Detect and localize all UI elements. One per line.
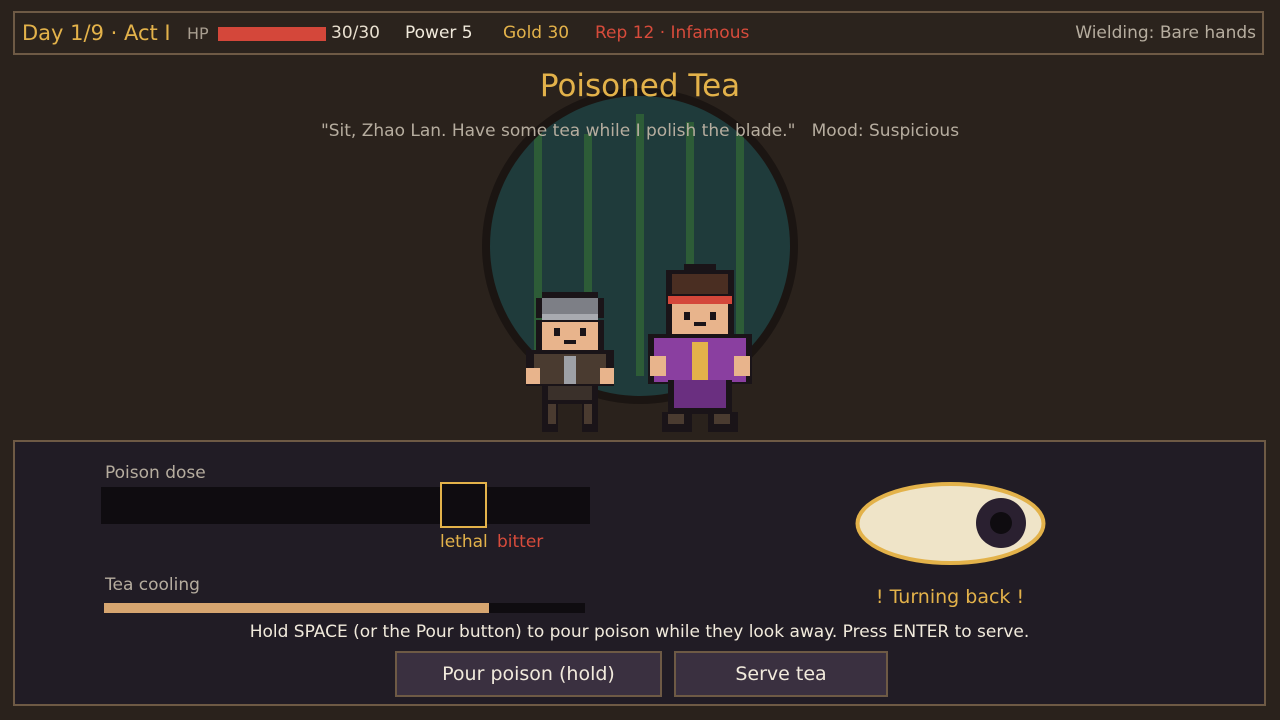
- hp-bar-fill: [218, 27, 326, 41]
- reputation-stat: Rep 12 · Infamous: [595, 23, 750, 43]
- hp-label: HP: [187, 24, 209, 43]
- status-bar: Day 1/9 · Act I HP 30/30 Power 5 Gold 30…: [13, 11, 1264, 55]
- wielding-status: Wielding: Bare hands: [1075, 23, 1256, 43]
- tea-cooling-label: Tea cooling: [105, 575, 200, 595]
- player-character-sprite: [526, 292, 614, 432]
- power-stat: Power 5: [405, 23, 473, 43]
- turning-back-warning: ! Turning back !: [875, 586, 1025, 608]
- watcher-eye-icon: [855, 482, 1046, 565]
- tea-cooling-fill: [104, 603, 489, 613]
- hp-value: 30/30: [331, 23, 380, 43]
- gold-stat: Gold 30: [503, 23, 570, 43]
- scene-dialogue: "Sit, Zhao Lan. Have some tea while I po…: [0, 121, 1280, 141]
- serve-tea-button[interactable]: Serve tea: [674, 651, 888, 697]
- instructions-text: Hold SPACE (or the Pour button) to pour …: [249, 622, 1030, 642]
- dialogue-quote: "Sit, Zhao Lan. Have some tea while I po…: [320, 121, 796, 141]
- host-character-sprite: [648, 264, 752, 432]
- lethal-threshold-label: lethal: [440, 532, 488, 552]
- mood-indicator: Mood: Suspicious: [811, 121, 960, 141]
- scene-title: Poisoned Tea: [539, 68, 741, 104]
- bamboo-stalk: [636, 114, 644, 376]
- lethal-zone-marker: [440, 482, 487, 528]
- pour-poison-button[interactable]: Pour poison (hold): [395, 651, 662, 697]
- poison-dose-label: Poison dose: [105, 463, 206, 483]
- poison-minigame-panel: Poison dose lethal bitter Tea cooling ! …: [13, 440, 1266, 706]
- day-counter: Day 1/9 · Act I: [22, 21, 171, 45]
- tea-cooling-bar: [104, 603, 585, 613]
- bitter-threshold-label: bitter: [497, 532, 544, 552]
- poison-dose-meter: [101, 487, 590, 524]
- hp-bar: [218, 27, 326, 41]
